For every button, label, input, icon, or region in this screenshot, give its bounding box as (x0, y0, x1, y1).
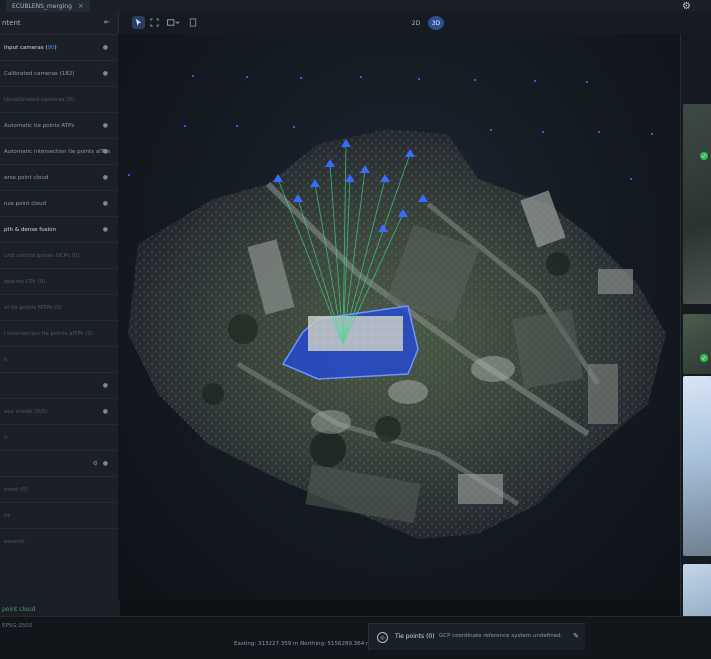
sidebar-item[interactable]: n (0, 424, 118, 450)
sidebar-item-label: Automatic tie points ATPs (4, 122, 75, 129)
sidebar-item-label: kpoints CPs (0) (4, 278, 46, 285)
image-thumbnail-panel: ✓ ✓ (680, 34, 711, 634)
cursor-icon (135, 18, 142, 27)
sidebar-item-cps[interactable]: kpoints CPs (0) (0, 268, 118, 294)
sidebar-item-label: arse point cloud (4, 174, 49, 181)
visibility-icon[interactable]: ● (103, 174, 108, 181)
frame-tool-button[interactable] (148, 16, 161, 29)
panel-toggle-button[interactable] (186, 16, 199, 29)
crs-label: EPSG:2502 (2, 623, 33, 629)
sidebar-item-label: Automatic intersection tie points aITPs (4, 148, 111, 155)
sidebar-item[interactable]: ⚙ ● (0, 450, 118, 476)
visibility-icon[interactable]: ● (103, 122, 108, 129)
sidebar-item-label: ment (0) (4, 486, 28, 493)
sidebar-footer: point cloud (0, 602, 120, 616)
photo-thumbnail[interactable] (683, 314, 711, 374)
sidebar-item-label: Input cameras ( (4, 44, 48, 51)
mode-3d-button[interactable]: 3D (428, 16, 444, 30)
gear-icon[interactable]: ⚙ (682, 1, 691, 12)
sidebar-item-dense-cloud[interactable]: nse point cloud ● (0, 190, 118, 216)
sidebar-item[interactable]: ● (0, 372, 118, 398)
sidebar-item-atps[interactable]: Automatic tie points ATPs ● (0, 112, 118, 138)
visibility-icon[interactable]: ● (103, 148, 108, 155)
sidebar-item-label: und control points GCPs (0) (4, 252, 80, 259)
sidebar-item-measurement[interactable]: ment (0) (0, 476, 118, 502)
panel-icon (189, 18, 196, 27)
sidebar-item-label: n (4, 434, 8, 441)
check-icon: ✓ (700, 152, 708, 160)
point-cloud-scene (128, 75, 666, 539)
sidebar-item-mtps[interactable]: al tie points MTPs (0) (0, 294, 118, 320)
project-tab-label: ECUBLENS_merging (12, 2, 72, 10)
sidebar-header: ntent ⇤ (0, 12, 118, 34)
sidebar-item-input-cameras[interactable]: Input cameras (90) ● (0, 34, 118, 60)
visibility-icon[interactable]: ● (103, 408, 108, 415)
photo-thumbnail[interactable] (683, 376, 711, 556)
sidebar-item-label: ns (4, 512, 11, 519)
tie-points-label: Tie points (0) (395, 633, 435, 640)
visibility-icon[interactable]: ● (103, 460, 108, 467)
check-icon: ✓ (700, 354, 708, 362)
sidebar-item-uncalibrated-cameras[interactable]: Uncalibrated cameras (0) (0, 86, 118, 112)
viewport-toolbar: 2D 3D (118, 12, 711, 34)
camera-count-suffix: ) (54, 44, 57, 51)
sidebar-item-calibrated-cameras[interactable]: Calibrated cameras (182) ● (0, 60, 118, 86)
sidebar-item[interactable]: n (0, 346, 118, 372)
tie-point-icon[interactable]: ◎ (377, 632, 388, 643)
status-bar: EPSG:2502 Easting: 313227.359 m Northing… (0, 616, 711, 659)
sidebar-item-label: n (4, 356, 8, 363)
mode-2d-button[interactable]: 2D (408, 16, 424, 30)
sidebar-item-mitps[interactable]: l intersection tie points aITPs (0) (0, 320, 118, 346)
sidebar-footer-label: point cloud (2, 605, 36, 613)
sidebar-item[interactable]: ns (0, 502, 118, 528)
photo-thumbnail[interactable] (683, 104, 711, 304)
layout-dropdown-button[interactable] (164, 16, 182, 29)
sidebar-item-label: pth & dense fusion (4, 226, 56, 233)
view-mode-toggle: 2D 3D (408, 16, 444, 30)
content-sidebar: ntent ⇤ Input cameras (90) ● Calibrated … (0, 12, 119, 602)
sidebar-item-label: Calibrated cameras (182) (4, 70, 75, 77)
sidebar-title: ntent (2, 19, 21, 27)
sidebar-item-depth-fusion[interactable]: pth & dense fusion ● (0, 216, 118, 242)
gcp-warning-text: GCP coordinate reference system undefine… (439, 633, 563, 639)
visibility-icon[interactable]: ● (103, 200, 108, 207)
sidebar-item-label: Uncalibrated cameras (0) (4, 96, 75, 103)
edit-icon[interactable]: ✎ (573, 632, 579, 640)
visibility-icon[interactable]: ● (103, 382, 108, 389)
frame-icon (150, 18, 159, 27)
3d-viewport[interactable] (118, 34, 680, 600)
visibility-icon[interactable]: ● (103, 70, 108, 77)
sidebar-item-aitps[interactable]: Automatic intersection tie points aITPs … (0, 138, 118, 164)
settings-small-icon[interactable]: ⚙ (93, 460, 98, 467)
sidebar-item-label: al tie points MTPs (0) (4, 304, 62, 311)
close-icon[interactable]: × (78, 2, 84, 10)
sidebar-item-label: l intersection tie points aITPs (0) (4, 330, 94, 337)
visibility-icon[interactable]: ● (103, 44, 108, 51)
sidebar-item-sparse-cloud[interactable]: arse point cloud ● (0, 164, 118, 190)
sidebar-item-gcps[interactable]: und control points GCPs (0) (0, 242, 118, 268)
sidebar-item-label: nse point cloud (4, 200, 47, 207)
sidebar-item-label: ace model (0/6) (4, 408, 48, 415)
sidebar-item-surface-model[interactable]: ace model (0/6) ● (0, 398, 118, 424)
camera-count: 90 (47, 44, 55, 51)
project-tab[interactable]: ECUBLENS_merging × (6, 0, 90, 12)
tie-points-panel: ◎ Tie points (0) GCP coordinate referenc… (368, 623, 585, 650)
visibility-icon[interactable]: ● (103, 226, 108, 233)
sidebar-item-label: ements (4, 538, 25, 545)
collapse-sidebar-icon[interactable]: ⇤ (104, 18, 110, 26)
layout-icon (167, 19, 180, 26)
select-tool-button[interactable] (132, 16, 145, 29)
sidebar-item-measurements[interactable]: ements (0, 528, 118, 554)
